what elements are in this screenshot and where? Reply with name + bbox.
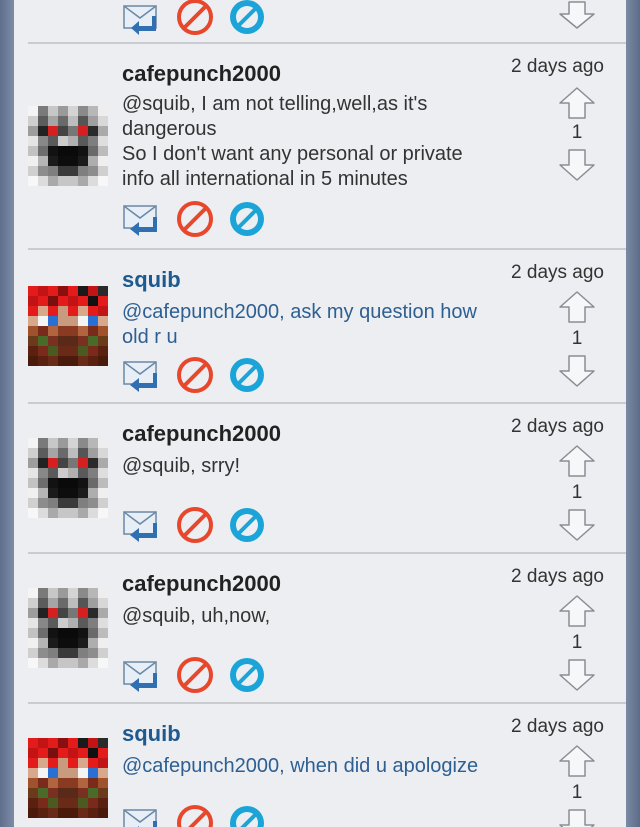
flag-no-icon[interactable] (176, 804, 214, 827)
down-arrow-icon[interactable] (557, 0, 597, 34)
divider (28, 702, 626, 704)
comment-feed[interactable]: cafepunch2000 2 days ago @squib, I am no… (14, 0, 626, 827)
comment-time: 2 days ago (511, 416, 604, 437)
comment-text: @cafepunch2000, ask my question how old … (122, 301, 477, 348)
vote-count: 1 (571, 632, 583, 653)
block-icon[interactable] (228, 356, 266, 394)
vote-count: 1 (571, 782, 583, 803)
down-arrow-icon[interactable] (557, 508, 597, 542)
avatar[interactable] (28, 106, 108, 186)
up-arrow-icon[interactable] (557, 594, 597, 628)
comment-time: 2 days ago (511, 56, 604, 77)
comment-text: @squib, srry! (122, 455, 241, 477)
flag-no-icon[interactable] (176, 200, 214, 238)
reply-mail-icon[interactable] (122, 356, 160, 394)
comment-author[interactable]: squib (122, 267, 181, 293)
flag-no-icon[interactable] (176, 356, 214, 394)
block-icon[interactable] (228, 656, 266, 694)
comment-author[interactable]: squib (122, 721, 181, 747)
divider (28, 42, 626, 44)
flag-no-icon[interactable] (176, 506, 214, 544)
comment-time: 2 days ago (511, 716, 604, 737)
down-arrow-icon[interactable] (557, 808, 597, 827)
comment-text: @squib, I am not telling,well,as it's da… (122, 93, 463, 190)
down-arrow-icon[interactable] (557, 354, 597, 388)
divider (28, 552, 626, 554)
vote-count: 1 (571, 482, 583, 503)
comment-time: 2 days ago (511, 262, 604, 283)
vote-count: 1 (571, 122, 583, 143)
block-icon[interactable] (228, 0, 266, 36)
reply-mail-icon[interactable] (122, 200, 160, 238)
comment-time: 2 days ago (511, 566, 604, 587)
down-arrow-icon[interactable] (557, 658, 597, 692)
avatar[interactable] (28, 438, 108, 518)
reply-mail-icon[interactable] (122, 656, 160, 694)
divider (28, 402, 626, 404)
avatar[interactable] (28, 286, 108, 366)
up-arrow-icon[interactable] (557, 744, 597, 778)
avatar[interactable] (28, 588, 108, 668)
vote-count: 1 (571, 328, 583, 349)
up-arrow-icon[interactable] (557, 444, 597, 478)
block-icon[interactable] (228, 200, 266, 238)
reply-mail-icon[interactable] (122, 506, 160, 544)
block-icon[interactable] (228, 804, 266, 827)
reply-mail-icon[interactable] (122, 804, 160, 827)
comment-author[interactable]: cafepunch2000 (122, 61, 281, 87)
down-arrow-icon[interactable] (557, 148, 597, 182)
divider (28, 248, 626, 250)
comment-author[interactable]: cafepunch2000 (122, 571, 281, 597)
flag-no-icon[interactable] (176, 0, 214, 36)
comment-text: @squib, uh,now, (122, 605, 271, 627)
reply-mail-icon[interactable] (122, 0, 160, 36)
block-icon[interactable] (228, 506, 266, 544)
comment-text: @cafepunch2000, when did u apologize (122, 755, 479, 777)
flag-no-icon[interactable] (176, 656, 214, 694)
up-arrow-icon[interactable] (557, 86, 597, 120)
up-arrow-icon[interactable] (557, 290, 597, 324)
avatar[interactable] (28, 738, 108, 818)
comment-author[interactable]: cafepunch2000 (122, 421, 281, 447)
